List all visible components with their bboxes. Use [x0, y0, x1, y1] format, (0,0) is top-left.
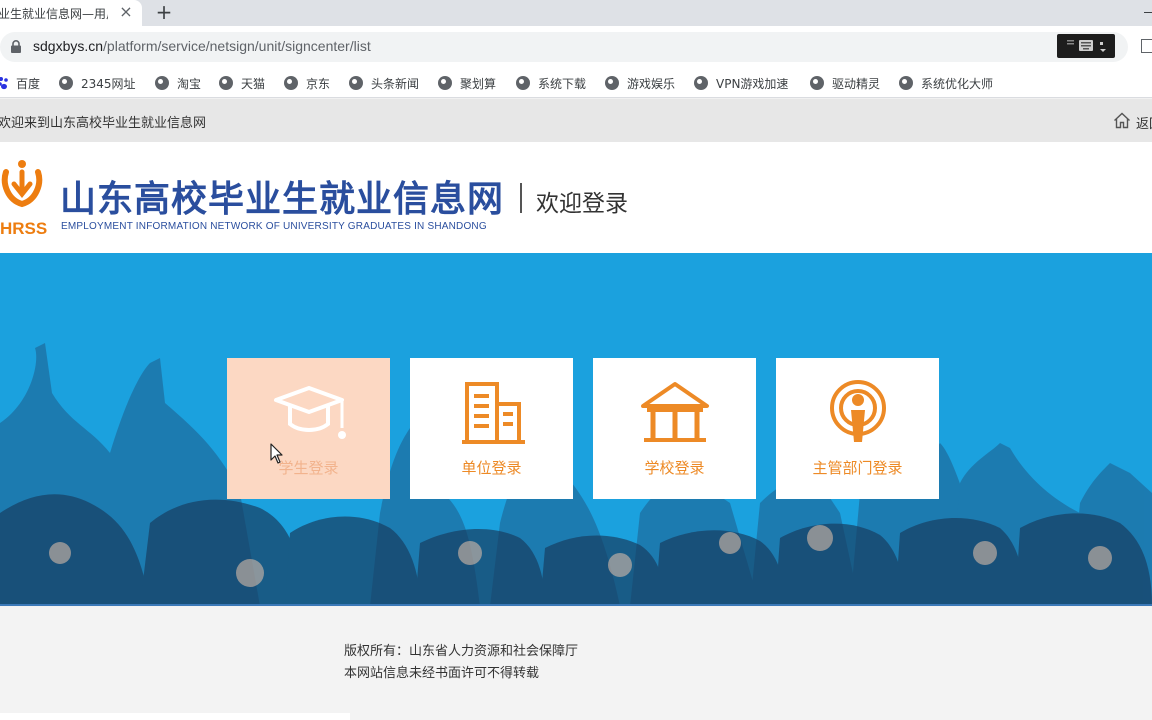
- student-login-card[interactable]: 学生登录: [227, 358, 390, 499]
- globe-icon: [810, 76, 824, 90]
- browser-tab[interactable]: 业生就业信息网—用户 ×: [0, 0, 142, 26]
- bookmark-label: 淘宝: [177, 76, 202, 91]
- bookmark-item[interactable]: 系统下载: [516, 73, 586, 93]
- bookmark-item[interactable]: 京东: [284, 73, 330, 93]
- url-host: sdgxbys.cn: [33, 38, 104, 54]
- globe-icon: [349, 76, 363, 90]
- extension-icon[interactable]: [1141, 39, 1152, 53]
- browser-toolbar: sdgxbys.cn/platform/service/netsign/unit…: [0, 26, 1152, 68]
- bookmark-label: 游戏娱乐: [627, 76, 676, 91]
- tab-title: 业生就业信息网—用户: [0, 6, 108, 21]
- bookmark-label: 京东: [306, 76, 331, 91]
- bookmark-label: 头条新闻: [371, 76, 420, 91]
- globe-icon: [155, 76, 169, 90]
- bookmark-item[interactable]: 驱动精灵: [810, 73, 880, 93]
- baidu-paw-icon: [0, 77, 8, 90]
- welcome-login-heading: 欢迎登录: [536, 191, 628, 217]
- globe-icon: [694, 76, 708, 90]
- bookmark-item[interactable]: 游戏娱乐: [605, 73, 675, 93]
- lock-icon[interactable]: [10, 40, 22, 53]
- authority-login-label: 主管部门登录: [812, 459, 903, 477]
- bookmark-label: 驱动精灵: [832, 76, 881, 91]
- school-building-icon: [641, 382, 709, 442]
- school-login-card[interactable]: 学校登录: [593, 358, 756, 499]
- bookmark-item[interactable]: 百度: [0, 73, 40, 93]
- podcast-person-icon: [830, 380, 886, 442]
- bookmarks-bar: 百度 2345网址 淘宝 天猫 京东 头条新闻 聚划算 系统下载 游戏娱乐 VP…: [0, 68, 1152, 98]
- bookmark-label: 系统优化大师: [921, 76, 994, 91]
- tab-close-icon[interactable]: ×: [117, 3, 135, 21]
- site-footer: 版权所有：山东省人力资源和社会保障厅 本网站信息未经书面许可不得转载: [0, 607, 1152, 720]
- footer-strip: [0, 713, 350, 720]
- unit-login-card[interactable]: 单位登录: [410, 358, 573, 499]
- globe-icon: [605, 76, 619, 90]
- bookmark-item[interactable]: VPN游戏加速: [694, 73, 788, 93]
- bookmark-label: 聚划算: [460, 76, 497, 91]
- globe-icon: [59, 76, 73, 90]
- authority-login-card[interactable]: 主管部门登录: [776, 358, 939, 499]
- home-link[interactable]: 返回首页: [1136, 113, 1152, 132]
- site-title: 山东高校毕业生就业信息网: [60, 178, 505, 220]
- logo-text: HRSS: [0, 219, 47, 235]
- bookmark-item[interactable]: 2345网址: [59, 73, 136, 93]
- site-subtitle: EMPLOYMENT INFORMATION NETWORK OF UNIVER…: [61, 221, 487, 232]
- hero-banner: [0, 253, 1152, 606]
- header-divider: [520, 183, 522, 213]
- unit-login-label: 单位登录: [461, 459, 522, 477]
- new-tab-button[interactable]: +: [154, 1, 174, 23]
- globe-icon: [219, 76, 233, 90]
- bookmark-item[interactable]: 系统优化大师: [899, 73, 993, 93]
- graduation-cap-icon: [274, 386, 346, 439]
- school-login-label: 学校登录: [644, 459, 705, 477]
- bookmark-item[interactable]: 淘宝: [155, 73, 201, 93]
- copyright-text: 版权所有：山东省人力资源和社会保障厅: [344, 644, 579, 659]
- globe-icon: [516, 76, 530, 90]
- bookmark-label: 天猫: [241, 76, 266, 91]
- keyboard-icon[interactable]: [1057, 34, 1115, 58]
- address-bar[interactable]: sdgxbys.cn/platform/service/netsign/unit…: [0, 32, 1128, 62]
- bookmark-label: 系统下载: [538, 76, 587, 91]
- graduates-photo: [0, 343, 1152, 604]
- bookmark-item[interactable]: 聚划算: [438, 73, 496, 93]
- hrss-logo[interactable]: HRSS: [0, 160, 50, 235]
- bookmark-label: 百度: [16, 76, 41, 91]
- globe-icon: [438, 76, 452, 90]
- globe-icon: [284, 76, 298, 90]
- url-path: /platform/service/netsign/unit/signcente…: [103, 38, 371, 54]
- bookmark-item[interactable]: 头条新闻: [349, 73, 419, 93]
- bookmark-label: 2345网址: [81, 76, 136, 91]
- page-topbar: 欢迎来到山东高校毕业生就业信息网: [0, 99, 1152, 142]
- home-icon[interactable]: [1113, 112, 1131, 129]
- globe-icon: [899, 76, 913, 90]
- url-text[interactable]: sdgxbys.cn/platform/service/netsign/unit…: [33, 38, 371, 54]
- window-minimize-icon[interactable]: [1140, 4, 1152, 18]
- reprint-notice: 本网站信息未经书面许可不得转载: [344, 666, 540, 681]
- office-building-icon: [462, 382, 525, 444]
- browser-tab-strip: 业生就业信息网—用户 × +: [0, 0, 1152, 26]
- mouse-cursor-icon: [270, 443, 283, 464]
- bookmark-item[interactable]: 天猫: [219, 73, 265, 93]
- bookmark-label: VPN游戏加速: [716, 76, 789, 91]
- welcome-message: 欢迎来到山东高校毕业生就业信息网: [0, 116, 207, 131]
- student-login-label: 学生登录: [278, 459, 339, 477]
